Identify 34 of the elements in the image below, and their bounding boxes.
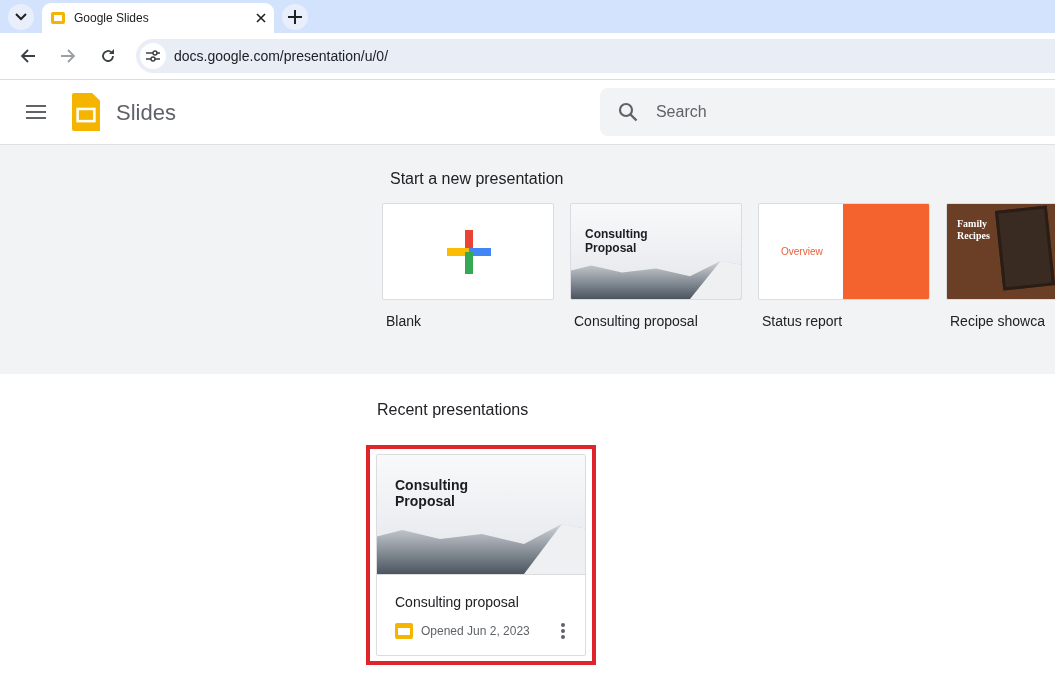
slide-title: Family Recipes	[957, 218, 991, 241]
close-icon[interactable]	[256, 13, 266, 23]
tab-list-button[interactable]	[8, 4, 34, 30]
new-tab-button[interactable]	[282, 4, 308, 30]
search-field[interactable]: Search	[599, 88, 1055, 136]
address-bar-url[interactable]: docs.google.com/presentation/u/0/	[174, 45, 389, 67]
chevron-down-icon	[15, 13, 27, 21]
slides-icon	[395, 623, 413, 639]
document-card[interactable]: Consulting Proposal Consulting proposal Opened Jun 2, 2023	[376, 454, 586, 656]
template-label: Consulting proposal	[574, 312, 699, 331]
slide-title: Consulting Proposal	[585, 228, 649, 256]
section-heading: Start a new presentation	[390, 169, 565, 189]
template-label: Blank	[386, 312, 423, 331]
slide-title: Overview	[781, 246, 823, 258]
more-vertical-icon	[561, 623, 565, 639]
tab-title: Google Slides	[74, 10, 150, 27]
plus-icon	[288, 10, 302, 24]
reload-icon	[100, 48, 116, 64]
app-name: Slides	[116, 98, 176, 127]
plus-icon	[447, 230, 491, 274]
browser-tab[interactable]: Google Slides	[42, 3, 274, 33]
site-info-icon[interactable]	[140, 43, 166, 69]
right-arrow-icon	[60, 48, 76, 64]
slides-icon	[50, 11, 66, 25]
document-title: Consulting proposal	[395, 593, 520, 612]
slide-title: Consulting Proposal	[395, 477, 470, 510]
left-arrow-icon	[20, 48, 36, 64]
section-heading: Recent presentations	[377, 400, 530, 420]
template-label: Status report	[762, 312, 844, 331]
opened-date: Opened Jun 2, 2023	[421, 623, 531, 640]
menu-icon	[26, 105, 46, 119]
tune-icon	[146, 50, 160, 62]
template-label: Recipe showca	[950, 312, 1046, 331]
search-icon	[617, 102, 638, 122]
